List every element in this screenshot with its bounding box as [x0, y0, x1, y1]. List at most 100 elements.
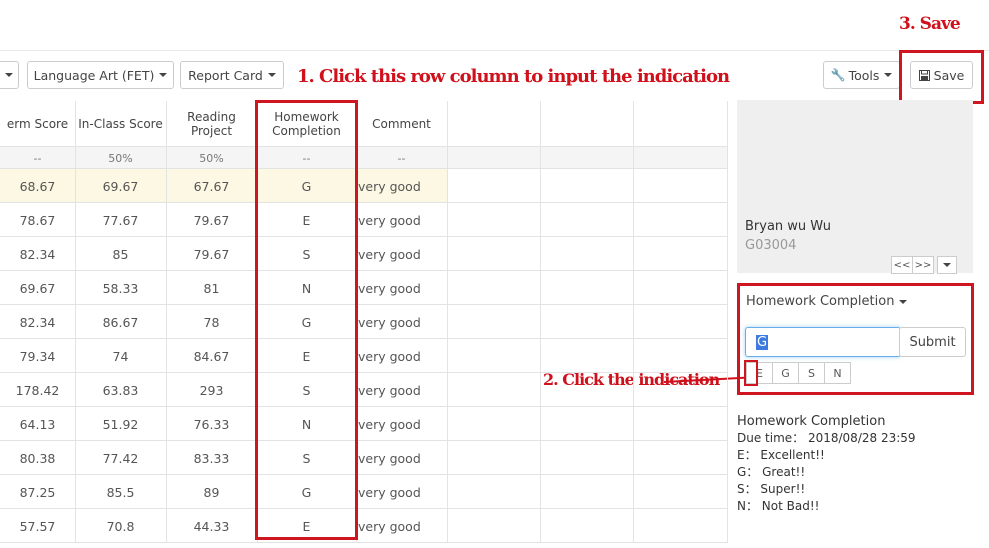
column-header[interactable]: Reading Project	[166, 101, 257, 147]
row-divider	[0, 542, 727, 543]
comment-cell[interactable]: very good	[356, 271, 447, 305]
indication-options: E G S N	[746, 362, 851, 384]
score-cell[interactable]: 58.33	[75, 271, 166, 305]
column-header[interactable]	[447, 101, 540, 147]
comment-cell[interactable]: very good	[356, 237, 447, 271]
report-card-label: Report Card	[188, 67, 263, 83]
score-cell[interactable]: 86.67	[75, 305, 166, 339]
score-cell[interactable]: 293	[166, 373, 257, 407]
student-menu-button[interactable]	[937, 256, 957, 274]
score-cell[interactable]: 78	[166, 305, 257, 339]
chevron-down-icon	[267, 73, 276, 77]
score-cell[interactable]: 77.42	[75, 441, 166, 475]
score-cell[interactable]: 69.67	[75, 169, 166, 203]
score-cell[interactable]: 81	[166, 271, 257, 305]
score-cell[interactable]: 87.25	[0, 475, 75, 509]
score-cell[interactable]: 84.67	[166, 339, 257, 373]
comment-cell[interactable]: very good	[356, 441, 447, 475]
header-divider	[0, 146, 727, 147]
score-cell[interactable]: 57.57	[0, 509, 75, 543]
tools-dropdown[interactable]: 🔧 Tools	[823, 61, 900, 89]
submit-button[interactable]: Submit	[899, 327, 966, 357]
next-student-button[interactable]: >>	[912, 256, 934, 274]
score-cell[interactable]: 64.13	[0, 407, 75, 441]
annotation-options-box	[744, 360, 758, 386]
entry-title-label: Homework Completion	[746, 294, 895, 309]
score-cell[interactable]: 70.8	[75, 509, 166, 543]
student-card: Bryan wu Wu G03004 << >>	[737, 100, 973, 274]
score-cell[interactable]: 85	[75, 237, 166, 271]
score-cell[interactable]: 79.34	[0, 339, 75, 373]
score-cell[interactable]: 44.33	[166, 509, 257, 543]
indication-option[interactable]: G	[772, 362, 799, 384]
legend-item: N： Not Bad!!	[737, 499, 820, 513]
score-cell[interactable]: 85.5	[75, 475, 166, 509]
column-header[interactable]: erm Score	[0, 101, 75, 147]
legend-item: G： Great!!	[737, 465, 806, 479]
student-id: G03004	[745, 238, 797, 253]
score-cell[interactable]: 77.67	[75, 203, 166, 237]
column-header[interactable]	[633, 101, 727, 147]
score-cell[interactable]: 80.38	[0, 441, 75, 475]
report-card-dropdown[interactable]: Report Card	[180, 61, 284, 89]
comment-cell[interactable]: very good	[356, 169, 447, 203]
comment-cell[interactable]: very good	[356, 509, 447, 543]
column-divider	[540, 101, 541, 543]
column-header[interactable]: Comment	[356, 101, 447, 147]
score-cell[interactable]: 67.67	[166, 169, 257, 203]
score-cell[interactable]: 82.34	[0, 237, 75, 271]
column-divider	[727, 101, 728, 543]
subject-label: Language Art (FET)	[33, 67, 155, 83]
chevron-down-icon	[5, 73, 13, 77]
column-weight	[540, 147, 633, 169]
score-cell[interactable]: 79.67	[166, 203, 257, 237]
entry-title[interactable]: Homework Completion	[746, 294, 908, 309]
score-cell[interactable]: 68.67	[0, 169, 75, 203]
indication-input[interactable]: G	[745, 327, 901, 357]
chevron-down-icon	[159, 73, 168, 77]
column-header[interactable]: In-Class Score	[75, 101, 166, 147]
wrench-icon: 🔧	[830, 68, 846, 82]
score-cell[interactable]: 82.34	[0, 305, 75, 339]
indication-input-value: G	[756, 334, 769, 350]
comment-cell[interactable]: very good	[356, 373, 447, 407]
indication-option[interactable]: N	[824, 362, 851, 384]
comment-cell[interactable]: very good	[356, 305, 447, 339]
legend-item: E： Excellent!!	[737, 448, 825, 462]
toolbar-divider	[0, 50, 989, 51]
score-cell[interactable]: 79.67	[166, 237, 257, 271]
annotation-step-3: 3. Save	[899, 14, 961, 34]
legend-item: S： Super!!	[737, 482, 806, 496]
comment-cell[interactable]: very good	[356, 203, 447, 237]
score-cell[interactable]: 83.33	[166, 441, 257, 475]
column-header[interactable]	[540, 101, 633, 147]
score-cell[interactable]: 89	[166, 475, 257, 509]
column-weight: 50%	[199, 151, 224, 165]
score-cell[interactable]: 51.92	[75, 407, 166, 441]
score-cell[interactable]: 74	[75, 339, 166, 373]
comment-cell[interactable]: very good	[356, 407, 447, 441]
score-cell[interactable]: 76.33	[166, 407, 257, 441]
prev-dropdown-button[interactable]	[0, 61, 19, 89]
grades-table: erm Score -- In-Class Score 50% Reading Proj…	[0, 101, 728, 543]
chevron-down-icon	[884, 73, 893, 77]
chevron-down-icon	[943, 263, 951, 267]
column-weight: 50%	[108, 151, 133, 165]
score-cell[interactable]: 78.67	[0, 203, 75, 237]
comment-cell[interactable]: very good	[356, 339, 447, 373]
comment-cell[interactable]: very good	[356, 475, 447, 509]
annotation-save-box	[899, 50, 984, 104]
score-cell[interactable]: 63.83	[75, 373, 166, 407]
score-cell[interactable]: 69.67	[0, 271, 75, 305]
indication-option[interactable]: S	[798, 362, 825, 384]
info-title: Homework Completion	[737, 414, 886, 429]
annotation-column-box	[255, 100, 358, 540]
prev-student-button[interactable]: <<	[891, 256, 913, 274]
score-cell[interactable]: 178.42	[0, 373, 75, 407]
annotation-step-1: 1. Click this row column to input the in…	[297, 66, 730, 87]
column-divider	[633, 101, 634, 543]
tools-label: Tools	[848, 67, 880, 83]
subject-dropdown[interactable]: Language Art (FET)	[27, 61, 174, 89]
chevron-down-icon	[899, 299, 908, 304]
info-section: Homework Completion Due time： 2018/08/28…	[737, 413, 916, 515]
